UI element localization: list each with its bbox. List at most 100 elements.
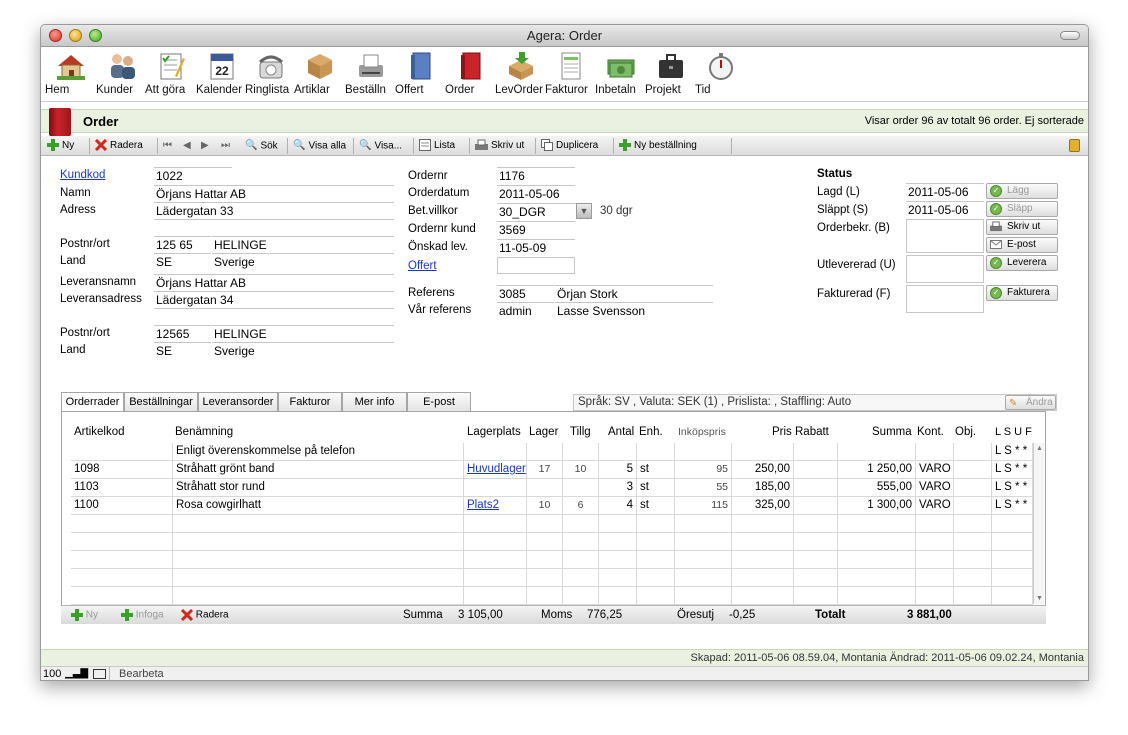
cell-kont[interactable] [916,587,954,605]
cell-rabatt[interactable] [794,569,838,587]
col-header-kont[interactable]: Kont. [917,426,944,438]
toolbar-levorder-button[interactable]: LevOrder [495,50,547,96]
cell-inkop[interactable] [675,443,732,461]
toolbar-artiklar-button[interactable]: Artiklar [294,50,346,96]
cell-rabatt[interactable] [794,443,838,461]
table-row[interactable]: 1103 Stråhatt stor rund 3st 55 185,00 555,00 V… [71,479,1033,497]
tab-mer-info[interactable]: Mer info [342,392,407,411]
cell-summa[interactable]: 555,00 [838,479,916,497]
cell-obj[interactable] [954,479,992,497]
cell-lsuf[interactable] [992,515,1033,533]
leveransadress-field[interactable]: Lädergatan 34 [154,291,394,308]
lev-landkod-field[interactable]: SE [154,342,211,359]
cell-kod[interactable] [71,551,173,569]
cell-tillg[interactable] [563,533,599,551]
cell-kod[interactable] [71,569,173,587]
epost-button[interactable]: E-post [986,237,1058,253]
cell-kont[interactable]: VARO [916,497,954,515]
layout-toggle-icon[interactable] [93,669,106,679]
cell-inkop[interactable]: 55 [675,479,732,497]
leveransnamn-field[interactable]: Örjans Hattar AB [154,274,394,291]
land-field[interactable]: Sverige [212,253,394,270]
cell-tillg[interactable] [563,551,599,569]
cell-pris[interactable]: 185,00 [732,479,794,497]
ort-field[interactable]: HELINGE [212,236,394,253]
table-row[interactable]: 1100 Rosa cowgirlhatt Plats2 10 6 4st 115 325,0… [71,497,1033,515]
cell-enh[interactable] [637,443,675,461]
scroll-up-icon[interactable]: ▲ [1036,445,1043,452]
cell-lsuf[interactable] [992,551,1033,569]
cell-lagerplats[interactable] [464,569,527,587]
lagd-field[interactable]: 2011-05-06 [906,183,984,200]
row-new-button[interactable]: Ny [71,609,98,621]
cell-rabatt[interactable] [794,461,838,479]
cell-pris[interactable] [732,569,794,587]
cell-obj[interactable] [954,533,992,551]
cell-pris[interactable] [732,443,794,461]
tab-fakturor[interactable]: Fakturor [278,392,342,411]
slappt-field[interactable]: 2011-05-06 [906,201,984,218]
leverera-button[interactable]: ✓ Leverera [986,255,1058,271]
cell-lsuf[interactable]: L S * * [992,461,1033,479]
cell-obj[interactable] [954,515,992,533]
col-header-lsuf[interactable]: L S U F [995,426,1032,438]
cell-ben[interactable]: Stråhatt stor rund [173,479,464,497]
close-window-button[interactable] [49,29,62,42]
referens-id-field[interactable]: 3085 [497,285,554,302]
lev-ort-field[interactable]: HELINGE [212,325,394,342]
slapp-button[interactable]: ✓ Släpp [986,201,1058,217]
cell-tillg[interactable] [563,515,599,533]
print-button[interactable]: Skriv ut [475,139,524,153]
list-button[interactable]: Lista [419,139,455,153]
cell-kod[interactable] [71,587,173,605]
cell-kod[interactable]: 1098 [71,461,173,479]
referens-namn-field[interactable]: Örjan Stork [555,285,713,302]
cell-lsuf[interactable] [992,569,1033,587]
toolbar-kalender-button[interactable]: 22 Kalender [196,50,248,96]
cell-inkop[interactable] [675,569,732,587]
cell-pris[interactable] [732,515,794,533]
col-header-artikelkod[interactable]: Artikelkod [74,426,125,438]
col-header-tillg[interactable]: Tillg [570,426,591,438]
cell-lager[interactable] [527,533,563,551]
cell-obj[interactable] [954,587,992,605]
cell-rabatt[interactable] [794,551,838,569]
zoom-icon[interactable]: ▁▃▇ [65,668,88,679]
cell-rabatt[interactable] [794,533,838,551]
col-header-benamning[interactable]: Benämning [175,426,233,438]
col-header-lager[interactable]: Lager [529,426,558,438]
col-header-inkopspris[interactable]: Inköpspris [678,426,726,438]
toolbar-kunder-button[interactable]: Kunder [96,50,148,96]
cell-enh[interactable]: st [637,479,675,497]
andra-button[interactable]: ✎ Ändra [1005,395,1056,410]
cell-pris[interactable] [732,533,794,551]
cell-antal[interactable] [599,515,637,533]
cell-ben[interactable] [173,587,464,605]
cell-antal[interactable] [599,533,637,551]
leveransadress2-field[interactable] [154,308,394,325]
show-all-button[interactable]: 🔍 Visa alla [293,139,346,153]
cell-kod[interactable] [71,533,173,551]
cell-lager[interactable] [527,569,563,587]
var-referens-namn-field[interactable]: Lasse Svensson [555,302,713,319]
utlevererad-field[interactable] [906,255,984,283]
cell-kont[interactable]: VARO [916,461,954,479]
cell-pris[interactable]: 325,00 [732,497,794,515]
cell-kod[interactable] [71,515,173,533]
col-header-rabatt[interactable]: Rabatt [795,426,829,438]
cell-inkop[interactable] [675,533,732,551]
cell-lager[interactable] [527,551,563,569]
cell-lager[interactable]: 10 [527,497,563,515]
cell-obj[interactable] [954,497,992,515]
cell-summa[interactable] [838,533,916,551]
cell-pris[interactable] [732,551,794,569]
toolbar-offert-button[interactable]: Offert [395,50,447,96]
duplicate-button[interactable]: Duplicera [541,139,598,153]
cell-lsuf[interactable] [992,587,1033,605]
cell-kod[interactable]: 1103 [71,479,173,497]
skriv-ut-button[interactable]: Skriv ut [986,219,1058,235]
toolbar-toggle-button[interactable] [1060,31,1080,40]
cell-summa[interactable] [838,551,916,569]
cell-enh[interactable]: st [637,461,675,479]
onskadlev-field[interactable]: 11-05-09 [497,239,575,256]
